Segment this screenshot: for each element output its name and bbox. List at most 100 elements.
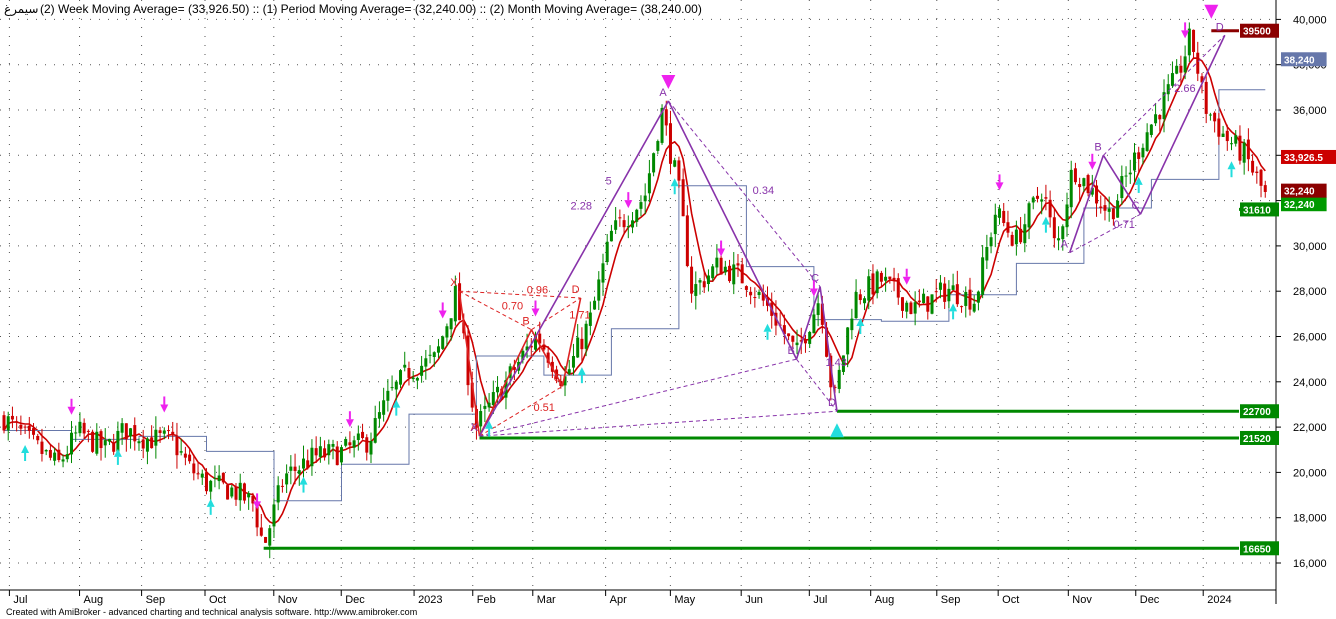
candle-body — [985, 246, 989, 261]
candle-body — [1255, 171, 1259, 174]
x-tick-label: Nov — [1072, 594, 1092, 606]
candle-body — [854, 292, 858, 319]
candle-body — [1217, 118, 1221, 137]
candle-body — [643, 195, 647, 202]
candle-body — [399, 370, 403, 385]
candle-body — [706, 275, 710, 285]
pattern-point-label: B — [788, 345, 795, 357]
candle-body — [1103, 205, 1107, 211]
candle-body — [373, 418, 377, 443]
pattern-point-label: B — [1094, 141, 1101, 153]
candle-body — [103, 440, 107, 446]
candle-body — [576, 337, 580, 358]
pattern-point-label: A — [659, 87, 667, 99]
candle-body — [736, 263, 740, 266]
candle-body — [259, 527, 263, 536]
candle-body — [192, 463, 196, 474]
candle-body — [65, 454, 69, 460]
candle-body — [584, 323, 588, 349]
candle-body — [137, 441, 141, 444]
candle-body — [922, 293, 926, 304]
x-tick-label: Feb — [477, 594, 496, 606]
candle-body — [1019, 228, 1023, 243]
candle-body — [306, 460, 310, 469]
candle-body — [411, 377, 415, 380]
price-chart[interactable]: X A B C D 0.70 0.96 1.71 0.51 X A B C D 2.28 5 0.34 1.43 A… — [0, 0, 1336, 619]
candle-body — [268, 528, 272, 546]
candle-body — [673, 160, 677, 167]
candle-body — [403, 364, 407, 368]
y-tick-label: 30,000 — [1293, 241, 1327, 253]
candle-body — [631, 220, 635, 228]
candle-body — [1002, 210, 1006, 223]
candle-body — [913, 302, 917, 314]
candle-body — [331, 443, 335, 447]
pattern-ratio-label: 0.51 — [533, 402, 554, 414]
pattern-ratio-label: 1.71 — [569, 309, 590, 321]
candle-body — [694, 284, 698, 296]
candle-body — [1230, 143, 1234, 145]
month-ma-badge-label: 38,240 — [1284, 55, 1315, 66]
candle-body — [377, 412, 381, 419]
candle-body — [1162, 92, 1166, 120]
candle-body — [744, 286, 748, 290]
candle-body — [934, 291, 938, 293]
candle-body — [723, 266, 727, 273]
last-price-badge-label: 32,240 — [1284, 187, 1315, 198]
candle-body — [145, 438, 149, 452]
pattern-point-label: D — [572, 284, 580, 296]
candle-body — [1259, 169, 1263, 186]
candle-body — [289, 466, 293, 471]
y-tick-label: 16,000 — [1293, 558, 1327, 570]
candle-body — [1158, 114, 1162, 120]
candle-body — [217, 475, 221, 482]
candle-body — [1057, 238, 1061, 241]
candle-body — [728, 265, 732, 282]
candle-body — [1023, 224, 1027, 244]
candle-body — [221, 472, 225, 483]
x-tick-label: Sep — [146, 594, 166, 606]
y-tick-label: 24,000 — [1293, 377, 1327, 389]
chart-title-prefix: ﺳﻴﻤﺮﻍ — [4, 2, 38, 17]
candle-body — [183, 453, 187, 458]
candle-body — [107, 438, 111, 442]
candle-body — [926, 296, 930, 312]
y-tick-label: 18,000 — [1293, 513, 1327, 525]
candle-body — [601, 263, 605, 283]
candle-body — [635, 209, 639, 222]
candle-body — [310, 447, 314, 467]
candle-body — [179, 451, 183, 453]
candle-body — [964, 291, 968, 306]
candle-body — [1014, 229, 1018, 245]
candle-body — [998, 208, 1002, 218]
price-level-badge-label: 31610 — [1243, 205, 1271, 216]
candle-body — [871, 273, 875, 295]
candle-body — [698, 280, 702, 283]
candle-body — [951, 285, 955, 290]
candle-body — [264, 536, 268, 543]
candle-body — [875, 271, 879, 294]
candle-body — [53, 452, 57, 461]
candle-body — [394, 381, 398, 390]
candle-body — [188, 454, 192, 462]
candle-body — [808, 331, 812, 344]
candle-body — [40, 441, 44, 454]
candle-body — [1141, 147, 1145, 158]
candle-body — [930, 294, 934, 314]
candle-body — [158, 430, 162, 434]
candle-body — [947, 288, 951, 302]
candle-body — [1196, 52, 1200, 74]
candle-body — [352, 440, 356, 448]
candle-body — [120, 423, 124, 433]
candle-body — [99, 431, 103, 449]
candle-body — [900, 297, 904, 311]
candle-body — [1221, 133, 1225, 137]
pattern-point-label: C — [1131, 200, 1139, 212]
x-tick-label: Dec — [1140, 594, 1160, 606]
x-tick-label: 2024 — [1207, 594, 1231, 606]
candle-body — [365, 437, 369, 453]
candle-body — [656, 141, 660, 151]
candle-body — [323, 448, 327, 458]
candle-body — [272, 504, 276, 527]
candle-body — [82, 422, 86, 434]
